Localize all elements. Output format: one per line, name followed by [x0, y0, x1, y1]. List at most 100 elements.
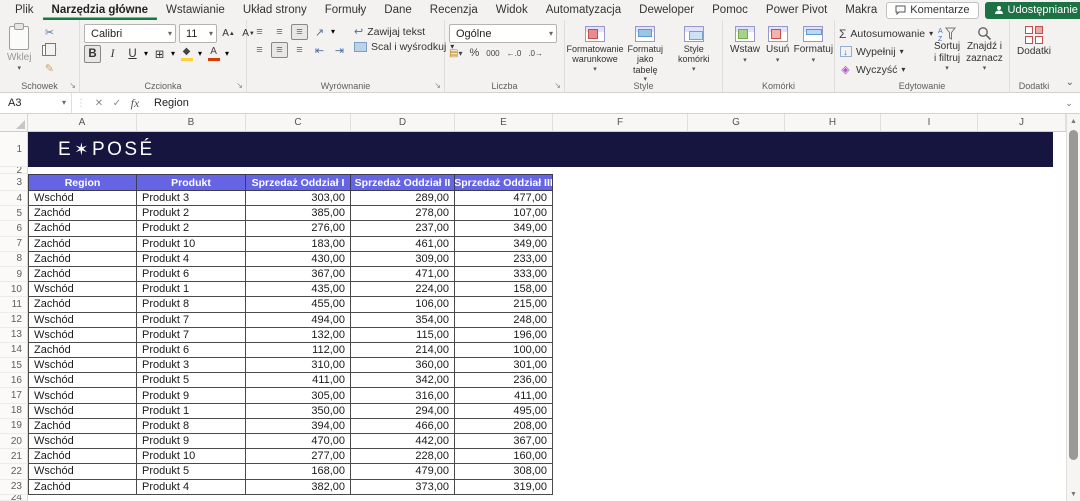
- clipboard-dialog-launcher-icon[interactable]: ↘: [69, 82, 76, 90]
- row-header-16[interactable]: 16: [0, 373, 28, 388]
- row-header-22[interactable]: 22: [0, 464, 28, 479]
- bold-button[interactable]: B: [84, 45, 101, 63]
- grid-cell-C9[interactable]: 367,00: [246, 267, 351, 282]
- grid-cell-D17[interactable]: 316,00: [351, 388, 455, 403]
- grid-cell-B8[interactable]: Produkt 4: [137, 252, 246, 267]
- grid-cell-E6[interactable]: 349,00: [455, 221, 553, 236]
- grid-cell-D4[interactable]: 289,00: [351, 191, 455, 206]
- conditional-formatting-button[interactable]: Formatowanie warunkowe ▾: [569, 24, 621, 76]
- grid-cell-B22[interactable]: Produkt 5: [137, 464, 246, 479]
- row-header-18[interactable]: 18: [0, 404, 28, 419]
- grid-cell-B19[interactable]: Produkt 8: [137, 419, 246, 434]
- grid-cell-E4[interactable]: 477,00: [455, 191, 553, 206]
- grid-cell-D12[interactable]: 354,00: [351, 313, 455, 328]
- grid-cell-B14[interactable]: Produkt 6: [137, 343, 246, 358]
- delete-cells-button[interactable]: Usuń ▾: [763, 24, 792, 67]
- table-header-cell[interactable]: Sprzedaż Oddział III: [455, 174, 553, 191]
- copy-button[interactable]: ▾: [36, 42, 62, 59]
- name-box[interactable]: A3 ▾: [0, 93, 72, 113]
- grid-cell-A23[interactable]: Zachód: [28, 480, 137, 495]
- tab-automatyzacja[interactable]: Automatyzacja: [537, 0, 630, 20]
- tab-pomoc[interactable]: Pomoc: [703, 0, 757, 20]
- grid-cell-C15[interactable]: 310,00: [246, 358, 351, 373]
- confirm-entry-button[interactable]: ✓: [108, 98, 126, 109]
- row-header-12[interactable]: 12: [0, 313, 28, 328]
- grid-cell-E15[interactable]: 301,00: [455, 358, 553, 373]
- column-header-E[interactable]: E: [455, 114, 553, 131]
- increase-decimal-button[interactable]: ←.0: [507, 50, 522, 58]
- grid-cell-C13[interactable]: 132,00: [246, 328, 351, 343]
- grid-cell-A9[interactable]: Zachód: [28, 267, 137, 282]
- grid-cell-B18[interactable]: Produkt 1: [137, 404, 246, 419]
- column-header-B[interactable]: B: [137, 114, 246, 131]
- tab-plik[interactable]: Plik: [6, 0, 43, 20]
- grid-cell-A6[interactable]: Zachód: [28, 221, 137, 236]
- grid-cell-D8[interactable]: 309,00: [351, 252, 455, 267]
- row-header-21[interactable]: 21: [0, 449, 28, 464]
- grid-cell-E8[interactable]: 233,00: [455, 252, 553, 267]
- orientation-button[interactable]: ↗: [311, 24, 328, 40]
- grid-cell-C23[interactable]: 382,00: [246, 480, 351, 495]
- column-header-I[interactable]: I: [881, 114, 978, 131]
- table-header-cell[interactable]: Sprzedaż Oddział II: [351, 174, 455, 191]
- grid-cell-A14[interactable]: Zachód: [28, 343, 137, 358]
- grid-cell-E23[interactable]: 319,00: [455, 480, 553, 495]
- grid-cell-C7[interactable]: 183,00: [246, 237, 351, 252]
- decrease-indent-button[interactable]: ⇤: [311, 42, 328, 58]
- logo-banner[interactable]: E✶POSÉ: [28, 132, 1053, 167]
- tab-deweloper[interactable]: Deweloper: [630, 0, 703, 20]
- font-size-combo[interactable]: 11 ▾: [179, 24, 217, 43]
- grid-cell-E19[interactable]: 208,00: [455, 419, 553, 434]
- row-header-14[interactable]: 14: [0, 343, 28, 358]
- tab-wstawianie[interactable]: Wstawianie: [157, 0, 234, 20]
- grid-cell-A22[interactable]: Wschód: [28, 464, 137, 479]
- addins-button[interactable]: Dodatki: [1014, 24, 1054, 60]
- alignment-dialog-launcher-icon[interactable]: ↘: [434, 82, 441, 90]
- grid-cell-A15[interactable]: Wschód: [28, 358, 137, 373]
- scroll-down-icon[interactable]: ▼: [1067, 487, 1080, 501]
- grid-cell-E9[interactable]: 333,00: [455, 267, 553, 282]
- increase-indent-button[interactable]: ⇥: [331, 42, 348, 58]
- grid-cell-E12[interactable]: 248,00: [455, 313, 553, 328]
- column-header-C[interactable]: C: [246, 114, 351, 131]
- select-all-corner[interactable]: [0, 114, 28, 131]
- grid-cell-B20[interactable]: Produkt 9: [137, 434, 246, 449]
- grid-cell-D9[interactable]: 471,00: [351, 267, 455, 282]
- grid-cell-B5[interactable]: Produkt 2: [137, 206, 246, 221]
- cut-button[interactable]: ✂: [36, 24, 62, 41]
- tab-power-pivot[interactable]: Power Pivot: [757, 0, 836, 20]
- decrease-decimal-button[interactable]: .0→: [528, 50, 543, 58]
- sort-filter-button[interactable]: AZ Sortuj i filtruj ▾: [931, 24, 963, 75]
- row-header-4[interactable]: 4: [0, 191, 28, 206]
- grid-cell-B12[interactable]: Produkt 7: [137, 313, 246, 328]
- grid-cell-B11[interactable]: Produkt 8: [137, 297, 246, 312]
- align-bottom-button[interactable]: ≡: [291, 24, 308, 40]
- row-header-23[interactable]: 23: [0, 480, 28, 495]
- grid-cell-B6[interactable]: Produkt 2: [137, 221, 246, 236]
- grid-cell-D18[interactable]: 294,00: [351, 404, 455, 419]
- grid-cell-E21[interactable]: 160,00: [455, 449, 553, 464]
- row-header-20[interactable]: 20: [0, 434, 28, 449]
- grid-cell-D23[interactable]: 373,00: [351, 480, 455, 495]
- grid-cell-C22[interactable]: 168,00: [246, 464, 351, 479]
- column-header-F[interactable]: F: [553, 114, 688, 131]
- grid-cell-D11[interactable]: 106,00: [351, 297, 455, 312]
- align-center-button[interactable]: ≡: [271, 42, 288, 58]
- align-middle-button[interactable]: ≡: [271, 24, 288, 40]
- grid-cell-C5[interactable]: 385,00: [246, 206, 351, 221]
- formula-bar-expand-icon[interactable]: ⌄: [1058, 98, 1080, 109]
- column-header-G[interactable]: G: [688, 114, 785, 131]
- row-header-15[interactable]: 15: [0, 358, 28, 373]
- grid-cell-D7[interactable]: 461,00: [351, 237, 455, 252]
- tab-widok[interactable]: Widok: [487, 0, 537, 20]
- grid-cell-E10[interactable]: 158,00: [455, 282, 553, 297]
- grid-cell-C19[interactable]: 394,00: [246, 419, 351, 434]
- tab-układ-strony[interactable]: Układ strony: [234, 0, 316, 20]
- grid-cell-B10[interactable]: Produkt 1: [137, 282, 246, 297]
- underline-button[interactable]: U: [124, 45, 141, 63]
- format-cells-button[interactable]: Formatuj ▾: [792, 24, 834, 67]
- grid-cell-C6[interactable]: 276,00: [246, 221, 351, 236]
- grid-cell-A18[interactable]: Wschód: [28, 404, 137, 419]
- column-header-H[interactable]: H: [785, 114, 881, 131]
- grid-cell-B16[interactable]: Produkt 5: [137, 373, 246, 388]
